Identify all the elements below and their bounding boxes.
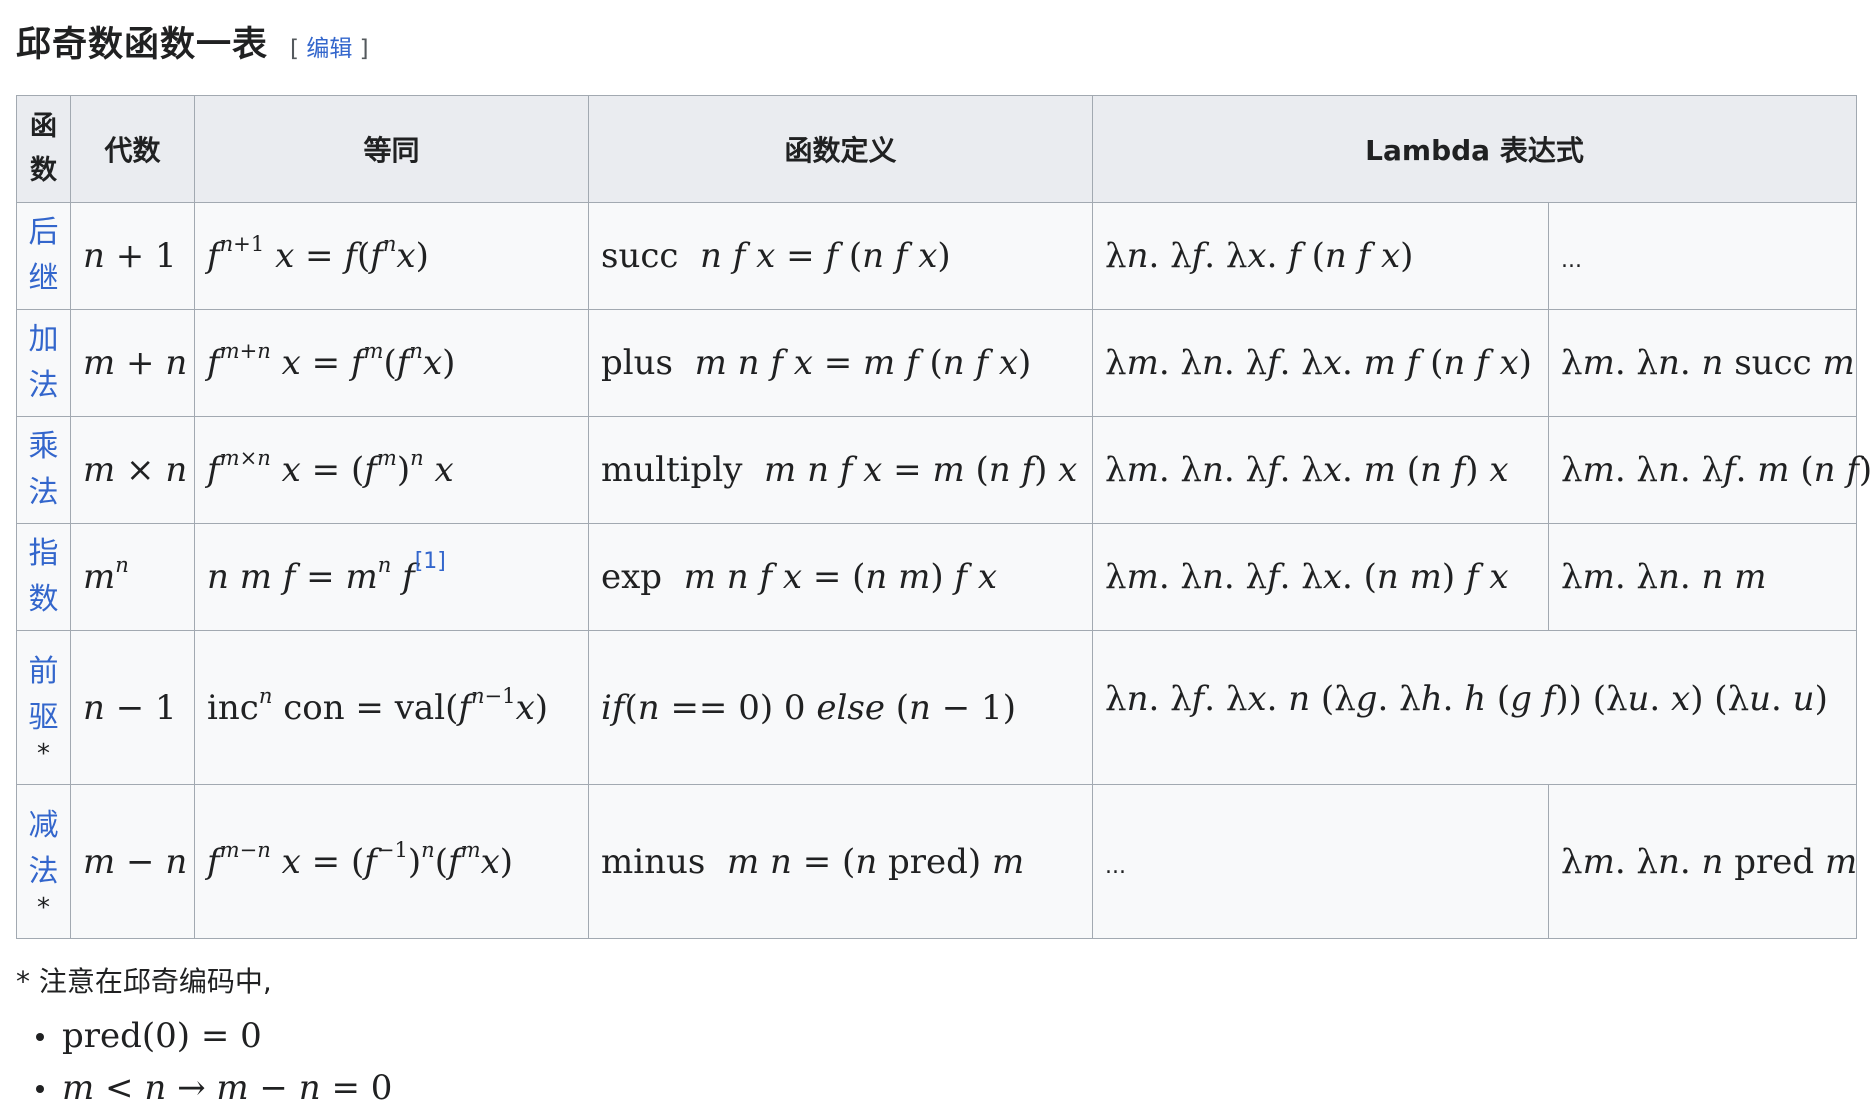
identity-cell: fn+1 x = f(fnx)	[194, 202, 589, 310]
table-row: 前驱 * n − 1 incn con = val(fn−1x) if(n ==…	[16, 630, 1857, 785]
algebra-cell: m − n	[70, 784, 195, 939]
function-name-cell: 加法	[16, 309, 71, 417]
identity-cell: incn con = val(fn−1x)	[194, 630, 589, 785]
section-heading: 邱奇数函数一表 [ 编辑 ]	[16, 16, 369, 66]
function-name-cell: 前驱 *	[16, 630, 71, 785]
definition-cell: minus m n = (n pred) m	[588, 784, 1093, 939]
list-item: pred(0) = 0	[16, 1010, 392, 1062]
header-identity: 等同	[194, 95, 589, 203]
definition-cell: succ n f x = f (n f x)	[588, 202, 1093, 310]
definition-cell: exp m n f x = (n m) f x	[588, 523, 1093, 631]
definition-cell: multiply m n f x = m (n f) x	[588, 416, 1093, 524]
function-link-successor[interactable]: 后继	[23, 210, 64, 302]
table-row: 后继 n + 1 fn+1 x = f(fnx) succ n f x = f …	[16, 202, 1857, 310]
header-function: 函数	[16, 95, 71, 203]
footnote-star: *	[37, 892, 50, 923]
definition-cell: if(n == 0) 0 else (n − 1)	[588, 630, 1093, 785]
header-lambda: Lambda 表达式	[1092, 95, 1857, 203]
lambda-alt-cell: λm. λn. n succ m	[1548, 309, 1857, 417]
algebra-cell: n − 1	[70, 630, 195, 785]
identity-cell: fm+n x = fm(fnx)	[194, 309, 589, 417]
lambda-cell: λm. λn. λf. λx. (n m) f x	[1092, 523, 1549, 631]
function-name-cell: 指数	[16, 523, 71, 631]
lambda-cell: ...	[1092, 784, 1549, 939]
lambda-alt-cell: λm. λn. n m	[1548, 523, 1857, 631]
function-link-exponent[interactable]: 指数	[23, 531, 64, 623]
table-row: 减法 * m − n fm−n x = (f−1)n(fmx) minus m …	[16, 784, 1857, 939]
header-algebra: 代数	[70, 95, 195, 203]
table-row: 指数 mn n m f = mn f[1] exp m n f x = (n m…	[16, 523, 1857, 631]
lambda-cell: λm. λn. λf. λx. m (n f) x	[1092, 416, 1549, 524]
footnote-list: pred(0) = 0 m < n → m − n = 0	[16, 1010, 392, 1114]
function-name-cell: 减法 *	[16, 784, 71, 939]
edit-section-link-wrapper: [ 编辑 ]	[290, 36, 369, 62]
lambda-cell: λn. λf. λx. f (n f x)	[1092, 202, 1549, 310]
church-numeral-functions-table: 函数 代数 等同 函数定义 Lambda 表达式 后继 n + 1 fn+1 x…	[16, 95, 1872, 939]
table-row: 加法 m + n fm+n x = fm(fnx) plus m n f x =…	[16, 309, 1857, 417]
function-name-cell: 后继	[16, 202, 71, 310]
function-link-addition[interactable]: 加法	[23, 317, 64, 409]
lambda-alt-cell: ...	[1548, 202, 1857, 310]
identity-cell: fm−n x = (f−1)n(fmx)	[194, 784, 589, 939]
lambda-alt-cell: λm. λn. n pred m	[1548, 784, 1857, 939]
table-header-row: 函数 代数 等同 函数定义 Lambda 表达式	[16, 95, 1857, 203]
identity-cell: n m f = mn f[1]	[194, 523, 589, 631]
edit-section-link[interactable]: 编辑	[306, 36, 352, 62]
table-row: 乘法 m × n fm×n x = (fm)n x multiply m n f…	[16, 416, 1872, 524]
identity-cell: fm×n x = (fm)n x	[194, 416, 589, 524]
list-item: m < n → m − n = 0	[16, 1062, 392, 1114]
footnote-star: *	[37, 738, 50, 769]
header-definition: 函数定义	[588, 95, 1093, 203]
algebra-cell: m + n	[70, 309, 195, 417]
citation-link[interactable]: [1]	[415, 549, 446, 574]
function-link-predecessor[interactable]: 前驱	[23, 649, 64, 741]
function-link-multiplication[interactable]: 乘法	[23, 424, 64, 516]
lambda-cell: λn. λf. λx. n (λg. λh. h (g f)) (λu. x) …	[1092, 630, 1857, 785]
lambda-cell: λm. λn. λf. λx. m f (n f x)	[1092, 309, 1549, 417]
algebra-cell: mn	[70, 523, 195, 631]
lambda-alt-cell: λm. λn. λf. m (n f)	[1548, 416, 1872, 524]
function-link-subtraction[interactable]: 减法	[23, 803, 64, 895]
section-title: 邱奇数函数一表	[16, 25, 269, 65]
definition-cell: plus m n f x = m f (n f x)	[588, 309, 1093, 417]
algebra-cell: n + 1	[70, 202, 195, 310]
footnote-intro: * 注意在邱奇编码中,	[16, 965, 272, 998]
algebra-cell: m × n	[70, 416, 195, 524]
function-name-cell: 乘法	[16, 416, 71, 524]
